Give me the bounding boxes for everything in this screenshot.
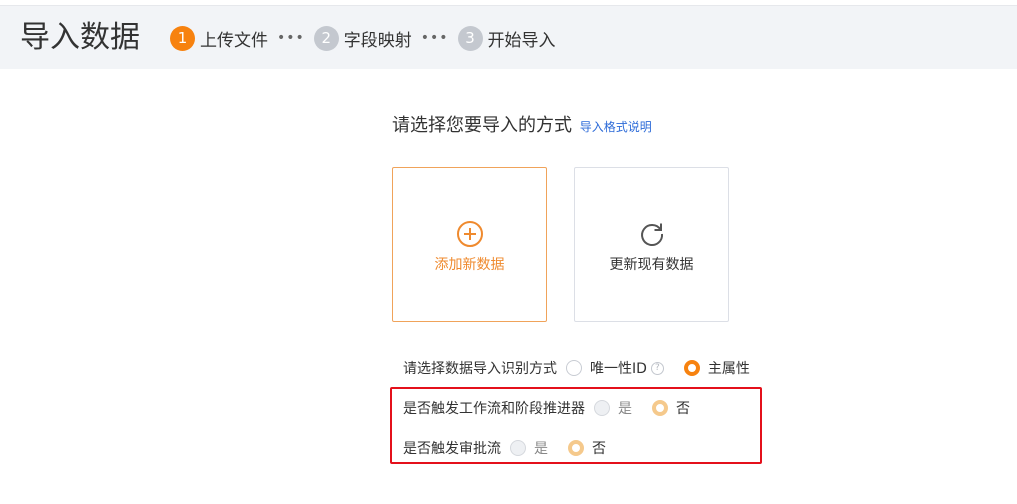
step-2-number: 2	[313, 25, 339, 51]
header-bar: 导入数据 1 上传文件 ••• 2 字段映射 ••• 3 开始导入	[0, 5, 1017, 69]
step-1-label: 上传文件	[200, 30, 268, 51]
identify-method-row: 请选择数据导入识别方式 唯一性ID ? 主属性	[403, 358, 750, 378]
step-separator: •••	[277, 30, 305, 46]
trigger-approval-label: 是否触发审批流	[403, 441, 501, 457]
step-indicator: 1 上传文件 ••• 2 字段映射 ••• 3 开始导入	[170, 25, 556, 51]
page-title: 导入数据	[20, 20, 140, 55]
format-help-link[interactable]: 导入格式说明	[580, 120, 652, 134]
plus-circle-icon	[457, 221, 483, 247]
trigger-approval-yes-label: 是	[534, 441, 548, 457]
trigger-approval-no-radio[interactable]	[568, 440, 584, 456]
add-new-data-label: 添加新数据	[434, 257, 505, 273]
update-existing-data-card[interactable]: 更新现有数据	[574, 167, 729, 322]
import-method-prompt: 请选择您要导入的方式 导入格式说明	[392, 113, 652, 140]
primary-attribute-option-label: 主属性	[707, 361, 750, 377]
unique-id-radio[interactable]	[566, 360, 582, 376]
step-3-label: 开始导入	[487, 30, 556, 51]
refresh-icon	[641, 223, 664, 246]
trigger-approval-yes-radio[interactable]	[510, 440, 526, 456]
trigger-workflow-label: 是否触发工作流和阶段推进器	[403, 401, 585, 417]
trigger-approval-row: 是否触发审批流 是 否	[403, 438, 606, 458]
identify-method-label: 请选择数据导入识别方式	[403, 361, 557, 377]
primary-attribute-radio[interactable]	[683, 360, 700, 376]
help-icon[interactable]: ?	[650, 361, 664, 375]
step-3-number: 3	[457, 25, 483, 51]
trigger-approval-no-label: 否	[592, 441, 606, 457]
trigger-workflow-no-radio[interactable]	[652, 400, 668, 416]
trigger-workflow-yes-radio[interactable]	[594, 400, 610, 416]
unique-id-option-label: 唯一性ID	[590, 361, 647, 377]
prompt-text: 请选择您要导入的方式	[392, 115, 572, 136]
trigger-workflow-no-label: 否	[676, 401, 690, 417]
add-new-data-card[interactable]: 添加新数据	[392, 167, 547, 322]
step-2-label: 字段映射	[343, 30, 412, 51]
trigger-workflow-row: 是否触发工作流和阶段推进器 是 否	[403, 398, 690, 418]
step-separator: •••	[420, 30, 449, 46]
step-1-number: 1	[170, 25, 195, 51]
trigger-workflow-yes-label: 是	[618, 401, 632, 417]
update-existing-data-label: 更新现有数据	[609, 257, 694, 273]
